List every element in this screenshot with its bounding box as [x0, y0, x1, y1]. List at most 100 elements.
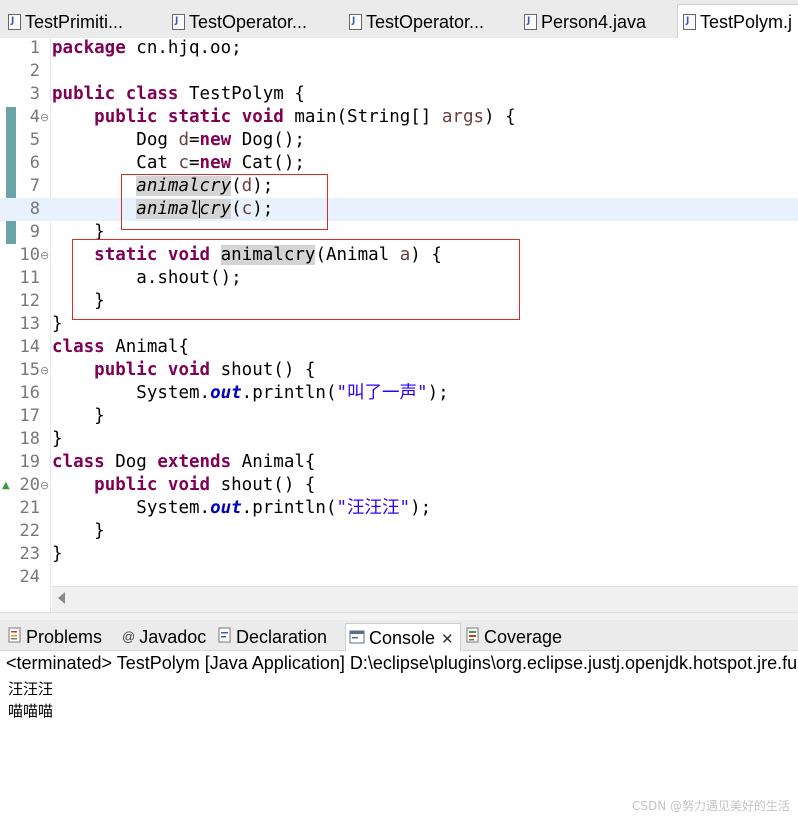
code-text: Cat c=new Cat(); — [52, 152, 305, 175]
code-line: 2 — [0, 60, 798, 83]
tab-label: Javadoc — [139, 627, 207, 647]
keyword: public — [94, 107, 158, 127]
code-line: 19 class Dog extends Animal{ — [0, 451, 798, 474]
line-number: 11 — [19, 268, 40, 288]
line-number: 23 — [19, 544, 40, 564]
declaration-icon — [218, 623, 232, 651]
code-line: 5 Dog d=new Dog(); — [0, 129, 798, 152]
tab-label: TestPolym.j — [700, 12, 793, 32]
code-text: class Animal{ — [52, 336, 189, 359]
tab-testoperator-2[interactable]: TestOperator... — [349, 6, 509, 38]
line-number: 5 — [29, 130, 40, 150]
java-file-icon — [172, 13, 185, 30]
fold-collapse-icon[interactable]: ⊖ — [40, 244, 50, 267]
local-variable: c — [178, 153, 189, 173]
code-line: 23 } — [0, 543, 798, 566]
code-line: 21 System.out.println("汪汪汪"); — [0, 497, 798, 520]
tab-label: TestPrimiti... — [25, 12, 124, 32]
keyword: void — [167, 360, 211, 380]
line-number: 18 — [19, 429, 40, 449]
tab-problems[interactable]: Problems — [8, 623, 102, 651]
tab-testpolym[interactable]: TestPolym.j — [677, 4, 798, 40]
code-text: } — [52, 406, 105, 426]
tab-declaration[interactable]: Declaration — [218, 623, 327, 651]
javadoc-icon: @ — [122, 628, 136, 644]
line-number: 14 — [19, 337, 40, 357]
line-number: 21 — [19, 498, 40, 518]
tab-person4[interactable]: Person4.java — [524, 6, 669, 38]
tab-label: Problems — [26, 627, 103, 647]
java-file-icon — [524, 13, 537, 30]
scroll-left-arrow-icon[interactable] — [58, 592, 65, 604]
code-line: 4 ⊖ public static void main(String[] arg… — [0, 106, 798, 129]
code-token: .println( — [241, 498, 337, 518]
code-token: cn.hjq.oo; — [125, 38, 242, 58]
code-editor[interactable]: 1 package cn.hjq.oo; 2 3 public class Te… — [0, 37, 798, 613]
code-text: System.out.println("叫了一声"); — [52, 382, 448, 405]
console-icon — [349, 624, 365, 652]
fold-collapse-icon[interactable]: ⊖ — [40, 474, 50, 497]
tab-testoperator-1[interactable]: TestOperator... — [172, 6, 337, 38]
line-number: 19 — [19, 452, 40, 472]
code-line: 7 animalcry(d); — [0, 175, 798, 198]
code-text: package cn.hjq.oo; — [52, 37, 242, 60]
java-file-icon — [683, 13, 696, 30]
view-tab-bar: Problems @ Javadoc Declaration Console ✕ C… — [0, 620, 798, 652]
line-number: 2 — [29, 61, 40, 81]
problems-icon — [8, 623, 22, 651]
line-number: 17 — [19, 406, 40, 426]
code-token: TestPolym { — [178, 84, 305, 104]
code-text: public void shout() { — [52, 474, 315, 497]
code-line: 1 package cn.hjq.oo; — [0, 37, 798, 60]
static-field: out — [210, 383, 242, 403]
code-token: shout() { — [210, 475, 316, 495]
line-number: 4 — [29, 107, 40, 127]
code-text: class Dog extends Animal{ — [52, 451, 315, 474]
code-token: ) { — [484, 107, 516, 127]
code-token: ); — [410, 498, 432, 518]
tab-console[interactable]: Console ✕ — [345, 623, 461, 652]
parameter: args — [441, 107, 485, 127]
keyword: public — [94, 475, 158, 495]
annotation-box-method — [72, 239, 520, 320]
code-text: public class TestPolym { — [52, 83, 305, 106]
tab-testprimitive[interactable]: TestPrimiti... — [8, 6, 158, 38]
code-line-current: 8 animalcry(c); — [0, 198, 798, 221]
code-token: main(String[] — [283, 107, 442, 127]
close-icon[interactable]: ✕ — [441, 631, 454, 648]
line-number: 12 — [19, 291, 40, 311]
code-line: 17 } — [0, 405, 798, 428]
code-line: 6 Cat c=new Cat(); — [0, 152, 798, 175]
keyword: static — [167, 107, 232, 127]
code-token: Dog(); — [231, 130, 305, 150]
horizontal-scrollbar[interactable] — [52, 586, 798, 613]
annotation-box-calls — [121, 174, 328, 230]
keyword: public — [52, 84, 116, 104]
watermark: CSDN @努力遇见美好的生活 — [631, 799, 790, 813]
code-token: Cat(); — [231, 153, 305, 173]
line-number: 10 — [19, 245, 40, 265]
console-output-line: 喵喵喵 — [8, 702, 54, 720]
fold-collapse-icon[interactable]: ⊖ — [40, 359, 50, 382]
tab-label: TestOperator... — [189, 12, 308, 32]
tab-label: Person4.java — [541, 12, 647, 32]
code-token: Animal{ — [104, 337, 189, 357]
static-field: out — [210, 498, 242, 518]
code-token: = — [189, 153, 200, 173]
keyword: class — [52, 452, 105, 472]
code-token: Animal{ — [231, 452, 316, 472]
code-token: = — [189, 130, 200, 150]
code-line: 16 System.out.println("叫了一声"); — [0, 382, 798, 405]
override-indicator-icon[interactable]: ▲ — [2, 474, 14, 497]
keyword: public — [94, 360, 158, 380]
tab-javadoc[interactable]: @ Javadoc — [122, 623, 206, 651]
line-number: 3 — [29, 84, 40, 104]
string-literal: "汪汪汪" — [336, 498, 411, 518]
fold-collapse-icon[interactable]: ⊖ — [40, 106, 50, 129]
code-text: public static void main(String[] args) { — [52, 106, 516, 129]
code-line: 22 } — [0, 520, 798, 543]
line-number: 7 — [29, 176, 40, 196]
code-line: 15 ⊖ public void shout() { — [0, 359, 798, 382]
tab-coverage[interactable]: Coverage — [466, 623, 562, 651]
